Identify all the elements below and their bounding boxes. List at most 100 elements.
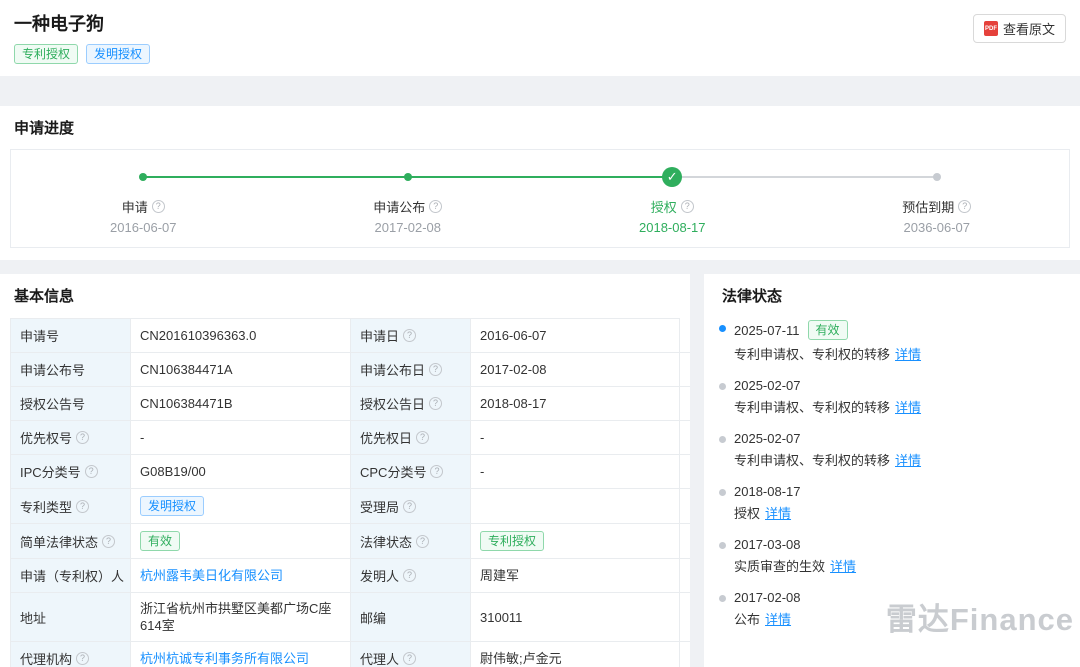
header-tags: 专利授权发明授权 <box>14 44 1066 64</box>
info-label-cell: 优先权日? <box>351 421 471 455</box>
step-dot-icon <box>139 173 147 181</box>
info-value-cell: 发明授权 <box>131 489 351 524</box>
info-label-text: IPC分类号 <box>20 462 81 481</box>
info-value-cell: G08B19/00 <box>131 455 351 489</box>
progress-step: 预估到期?2036-06-07 <box>805 166 1070 235</box>
entity-link[interactable]: 杭州杭诚专利事务所有限公司 <box>140 650 309 667</box>
info-label-text: 优先权号 <box>20 428 72 447</box>
info-value-text: 2017-02-08 <box>480 361 547 378</box>
legal-status-title: 法律状态 <box>718 285 1066 306</box>
legal-desc-text: 实质审查的生效 <box>734 559 825 574</box>
legal-date-row: 2025-07-11有效 <box>734 320 1066 340</box>
legal-desc-text: 授权 <box>734 506 760 521</box>
legal-status-item: 2018-08-17 授权详情 <box>718 484 1066 522</box>
info-value-text: 2018-08-17 <box>480 395 547 412</box>
info-label-cell: 授权公告日? <box>351 387 471 421</box>
info-label-cell: 代理机构? <box>11 642 131 667</box>
info-label-text: 授权公告日 <box>360 394 425 413</box>
info-value-cell: 310011 <box>471 593 690 642</box>
legal-date-row: 2025-02-07 <box>734 431 1066 446</box>
legal-status-item: 2025-02-07 专利申请权、专利权的转移详情 <box>718 378 1066 416</box>
legal-desc: 专利申请权、专利权的转移详情 <box>734 399 1066 416</box>
application-progress-section: 申请进度 申请?2016-06-07申请公布?2017-02-08✓授权?201… <box>0 106 1080 260</box>
info-label-text: 专利类型 <box>20 497 72 516</box>
step-dot-icon <box>933 173 941 181</box>
legal-desc: 实质审查的生效详情 <box>734 558 1066 575</box>
info-label-text: 授权公告号 <box>20 394 85 413</box>
detail-link[interactable]: 详情 <box>895 347 921 362</box>
info-value-text: 浙江省杭州市拱墅区美都广场C座614室 <box>140 600 341 634</box>
timeline-dot-icon <box>719 542 726 549</box>
info-value-cell: 2017-02-08 <box>471 353 690 387</box>
step-label: 预估到期? <box>902 197 971 216</box>
timeline-dot-icon <box>719 325 726 332</box>
timeline-dot-icon <box>719 383 726 390</box>
info-label-text: 地址 <box>20 608 46 627</box>
info-label-text: 代理机构 <box>20 649 72 667</box>
help-icon: ? <box>416 535 429 548</box>
info-label-text: 邮编 <box>360 608 386 627</box>
info-label-cell: 法律状态? <box>351 524 471 559</box>
info-value-text: CN106384471B <box>140 395 233 412</box>
info-value-text: 尉伟敏;卢金元 <box>480 650 562 667</box>
step-label-text: 预估到期 <box>902 197 954 216</box>
info-value-text: 周建军 <box>480 567 519 584</box>
help-icon: ? <box>429 397 442 410</box>
info-label-text: 法律状态 <box>360 532 412 551</box>
pdf-file-icon: PDF <box>984 21 998 36</box>
info-value-cell: 2016-06-07 <box>471 319 690 353</box>
legal-desc-text: 专利申请权、专利权的转移 <box>734 453 890 468</box>
basic-info-title: 基本信息 <box>10 285 680 306</box>
info-label-text: CPC分类号 <box>360 462 426 481</box>
info-value-cell <box>471 489 690 524</box>
legal-date-row: 2017-03-08 <box>734 537 1066 552</box>
detail-link[interactable]: 详情 <box>895 453 921 468</box>
info-label-cell: 授权公告号 <box>11 387 131 421</box>
info-value-cell: 杭州杭诚专利事务所有限公司 <box>131 642 351 667</box>
detail-link[interactable]: 详情 <box>895 400 921 415</box>
legal-status-item: 2017-02-08公布详情 <box>718 590 1066 628</box>
step-date: 2018-08-17 <box>639 220 706 235</box>
help-icon: ? <box>76 431 89 444</box>
step-dot-icon <box>404 173 412 181</box>
help-icon: ? <box>430 465 443 478</box>
patent-status-tag: 专利授权 <box>14 44 78 64</box>
info-value-text: G08B19/00 <box>140 463 206 480</box>
info-label-text: 代理人 <box>360 649 399 667</box>
info-value-text: CN201610396363.0 <box>140 327 256 344</box>
info-value-text: 310011 <box>480 609 522 626</box>
info-value-text: - <box>140 429 144 446</box>
legal-date: 2017-02-08 <box>734 590 801 605</box>
view-original-label: 查看原文 <box>1003 19 1055 38</box>
info-value-cell: CN106384471B <box>131 387 351 421</box>
info-label-cell: 发明人? <box>351 559 471 593</box>
view-original-button[interactable]: PDF 查看原文 <box>973 14 1066 43</box>
timeline-dot-icon <box>719 489 726 496</box>
detail-link[interactable]: 详情 <box>830 559 856 574</box>
legal-date: 2025-07-11 <box>734 323 800 338</box>
info-label-cell: 申请号 <box>11 319 131 353</box>
entity-link[interactable]: 杭州露韦美日化有限公司 <box>140 567 283 584</box>
progress-timeline: 申请?2016-06-07申请公布?2017-02-08✓授权?2018-08-… <box>10 149 1070 248</box>
page-title: 一种电子狗 <box>14 10 1066 36</box>
detail-link[interactable]: 详情 <box>765 506 791 521</box>
step-date: 2016-06-07 <box>110 220 177 235</box>
legal-date: 2025-02-07 <box>734 378 801 393</box>
step-label-text: 申请 <box>122 197 148 216</box>
info-value-cell: CN201610396363.0 <box>131 319 351 353</box>
info-label-cell: 申请公布日? <box>351 353 471 387</box>
legal-date: 2018-08-17 <box>734 484 801 499</box>
help-icon: ? <box>403 652 416 665</box>
help-icon: ? <box>76 652 89 665</box>
help-icon: ? <box>102 535 115 548</box>
basic-info-table: 申请号CN201610396363.0申请日?2016-06-07申请公布号CN… <box>10 318 680 667</box>
help-icon: ? <box>403 329 416 342</box>
info-label-cell: CPC分类号? <box>351 455 471 489</box>
info-label-text: 受理局 <box>360 497 399 516</box>
detail-link[interactable]: 详情 <box>765 612 791 627</box>
page-header: 一种电子狗 专利授权发明授权 PDF 查看原文 <box>0 0 1080 76</box>
basic-info-section: 基本信息 申请号CN201610396363.0申请日?2016-06-07申请… <box>0 274 690 667</box>
progress-steps: 申请?2016-06-07申请公布?2017-02-08✓授权?2018-08-… <box>11 166 1069 235</box>
main-content: 基本信息 申请号CN201610396363.0申请日?2016-06-07申请… <box>0 274 1080 667</box>
info-label-cell: 地址 <box>11 593 131 642</box>
